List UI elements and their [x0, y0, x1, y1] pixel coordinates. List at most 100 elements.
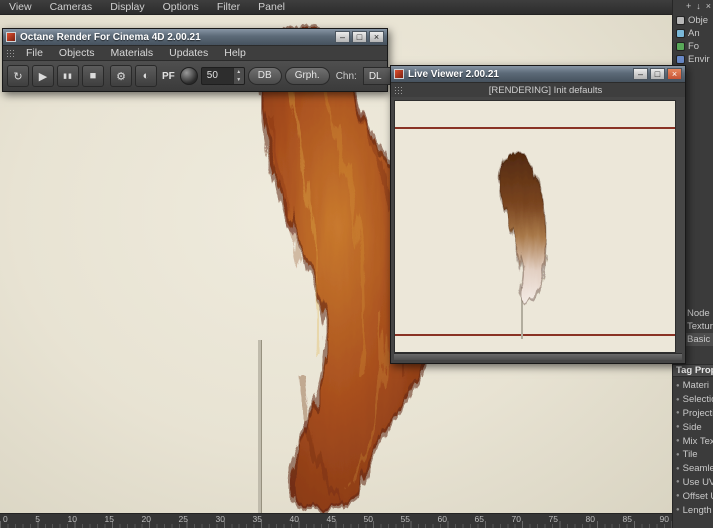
octane-menu-file[interactable]: File: [18, 47, 51, 59]
menu-view[interactable]: View: [0, 1, 41, 13]
property-label: Materi: [682, 380, 710, 392]
tick-label: 35: [252, 514, 262, 524]
live-viewer-titlebar[interactable]: Live Viewer 2.00.21 – □ ×: [391, 66, 685, 82]
drag-grip-icon[interactable]: [394, 85, 403, 95]
samples-value[interactable]: 50: [202, 68, 233, 84]
tick-label: 50: [363, 514, 373, 524]
property-length-u[interactable]: ● Length U: [673, 503, 713, 517]
material-ball-icon[interactable]: [179, 67, 198, 85]
object-item[interactable]: Obje: [673, 14, 713, 27]
samples-spinner[interactable]: 50 ▲ ▼: [200, 67, 245, 85]
viewport-pan-icon[interactable]: +: [686, 1, 691, 11]
property-label: Selection: [682, 394, 713, 406]
viewport-rotate-icon[interactable]: ×: [706, 1, 711, 11]
property-side[interactable]: ● Side: [673, 420, 713, 434]
animation-object-icon: [676, 29, 685, 38]
bullet-icon: ●: [676, 507, 680, 514]
tick-label: 70: [511, 514, 521, 524]
object-item[interactable]: An: [673, 27, 713, 40]
live-viewer-title: Live Viewer 2.00.21: [408, 68, 499, 80]
menu-panel[interactable]: Panel: [249, 1, 294, 13]
property-label: Use UVW: [682, 476, 713, 488]
bullet-icon: ●: [676, 424, 680, 431]
settings-gear-icon[interactable]: ⚙: [110, 65, 132, 87]
channel-value: DL: [368, 70, 382, 82]
octane-menu-updates[interactable]: Updates: [161, 47, 216, 59]
drag-grip-icon[interactable]: [6, 48, 15, 58]
maximize-button[interactable]: □: [650, 68, 665, 80]
menu-display[interactable]: Display: [101, 1, 153, 13]
tick-label: 80: [585, 514, 595, 524]
shading-mode-icon[interactable]: ◐: [135, 65, 157, 87]
close-button[interactable]: ×: [369, 31, 384, 43]
tick-label: 85: [622, 514, 632, 524]
octane-titlebar[interactable]: Octane Render For Cinema 4D 2.00.21 – □ …: [3, 29, 387, 45]
octane-menu-objects[interactable]: Objects: [51, 47, 103, 59]
octane-menu-materials[interactable]: Materials: [103, 47, 162, 59]
property-label: Mix Textu: [682, 435, 713, 447]
object-label: Envir: [688, 54, 710, 65]
environment-object-icon: [676, 55, 685, 64]
property-label: Side: [682, 421, 702, 433]
viewport-dolly-icon[interactable]: ↓: [696, 1, 701, 11]
property-tile[interactable]: ● Tile: [673, 448, 713, 462]
stand-pole-shadow: [261, 340, 262, 513]
object-item[interactable]: Fo: [673, 40, 713, 53]
restart-render-icon[interactable]: ↻: [7, 65, 29, 87]
live-viewer-app-icon: [394, 69, 404, 79]
tick-label: 0: [3, 514, 8, 524]
tick-label: 30: [215, 514, 225, 524]
minimize-button[interactable]: –: [633, 68, 648, 80]
octane-app-icon: [6, 32, 16, 42]
property-selection[interactable]: ● Selection: [673, 393, 713, 407]
octane-menu-help[interactable]: Help: [216, 47, 254, 59]
property-label: Offset U: [682, 490, 713, 502]
property-label: Seamless: [682, 463, 713, 475]
graph-button[interactable]: Grph.: [284, 67, 330, 85]
property-offset-u[interactable]: ● Offset U: [673, 489, 713, 503]
render-canvas[interactable]: [394, 100, 676, 353]
minimize-button[interactable]: –: [335, 31, 350, 43]
stop-icon[interactable]: ■: [82, 65, 104, 87]
menu-options[interactable]: Options: [154, 1, 208, 13]
tick-label: 20: [141, 514, 151, 524]
db-button[interactable]: DB: [247, 67, 282, 85]
property-mix-texture[interactable]: ● Mix Textu: [673, 434, 713, 448]
object-label: Fo: [688, 41, 700, 52]
octane-menubar: File Objects Materials Updates Help: [3, 45, 387, 60]
property-use-uvw[interactable]: ● Use UVW: [673, 476, 713, 490]
render-status-text: [RENDERING] Init defaults: [488, 84, 603, 96]
pause-icon[interactable]: ▮▮: [57, 65, 79, 87]
tick-label: 60: [437, 514, 447, 524]
property-label: Projectio: [682, 407, 713, 419]
close-button[interactable]: ×: [667, 68, 682, 80]
tail-body: [498, 151, 548, 304]
section-label: Node: [687, 308, 710, 319]
play-icon[interactable]: ▶: [32, 65, 54, 87]
maximize-button[interactable]: □: [352, 31, 367, 43]
bullet-icon: ●: [676, 382, 680, 389]
property-seamless[interactable]: ● Seamless: [673, 462, 713, 476]
tick-label: 40: [289, 514, 299, 524]
tick-label: 15: [104, 514, 114, 524]
section-label: Basic: [687, 334, 711, 345]
cube-object-icon: [676, 16, 685, 25]
bullet-icon: ●: [676, 410, 680, 417]
timeline-ruler[interactable]: 0 5 10 15 20 25 30 35 40 45 50 55 60 65 …: [0, 513, 672, 528]
spinner-up-icon[interactable]: ▲: [234, 68, 244, 76]
property-material[interactable]: ● Materi: [673, 379, 713, 393]
spinner-down-icon[interactable]: ▼: [234, 76, 244, 84]
channel-label: Chn:: [335, 70, 357, 82]
menu-filter[interactable]: Filter: [208, 1, 249, 13]
live-viewer-window: Live Viewer 2.00.21 – □ × [RENDERING] In…: [390, 65, 686, 364]
tick-label: 75: [548, 514, 558, 524]
property-projection[interactable]: ● Projectio: [673, 407, 713, 421]
bullet-icon: ●: [676, 479, 680, 486]
object-manager: Obje An Fo Envir: [673, 14, 713, 66]
menu-cameras[interactable]: Cameras: [41, 1, 102, 13]
object-label: An: [688, 28, 700, 39]
spinner-arrows[interactable]: ▲ ▼: [232, 68, 244, 84]
bullet-icon: ●: [676, 493, 680, 500]
render-region-line-top: [395, 127, 675, 129]
tag-properties-header: Tag Prope: [673, 364, 713, 377]
